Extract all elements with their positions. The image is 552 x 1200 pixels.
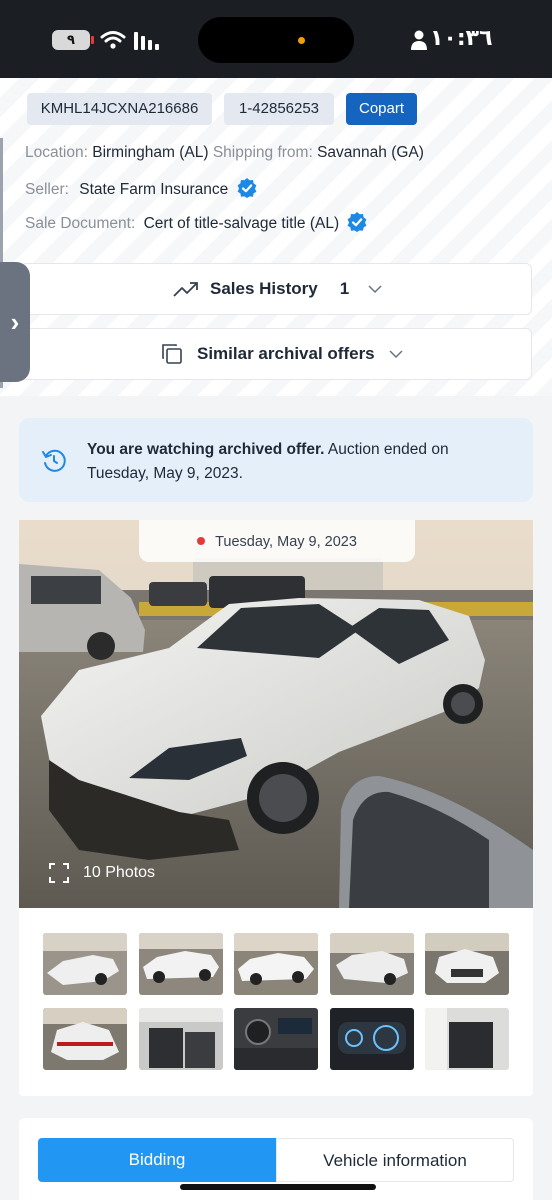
sales-history-label: Sales History	[210, 279, 318, 298]
archived-offer-notice: You are watching archived offer. Auction…	[19, 418, 533, 502]
thumbnail-image	[43, 1008, 127, 1070]
auction-badge[interactable]: Copart	[346, 93, 417, 125]
thumbnail-image	[234, 933, 318, 995]
seller-value: State Farm Insurance	[79, 181, 229, 198]
verified-badge-icon	[348, 212, 367, 232]
notice-bold-text: You are watching archived offer.	[87, 441, 325, 458]
fullscreen-icon	[49, 863, 69, 883]
person-icon	[411, 30, 427, 50]
status-dot	[197, 537, 206, 545]
location-row: Location: Birmingham (AL) Shipping from:…	[25, 144, 424, 162]
location-label: Location:	[25, 144, 88, 161]
status-time: ١٠:٣٦	[430, 26, 493, 51]
notice-text: You are watching archived offer. Auction…	[87, 438, 497, 486]
history-icon	[42, 449, 66, 472]
sales-history-content: Sales History 1	[173, 264, 383, 314]
dynamic-island	[198, 17, 354, 63]
vehicle-photo-image	[19, 520, 533, 908]
lot-number-chip[interactable]: 1-42856253	[224, 93, 334, 125]
sales-history-row[interactable]: Sales History 1	[20, 263, 532, 315]
chevron-down-icon	[389, 350, 403, 359]
photo-thumbnail[interactable]	[43, 1008, 127, 1070]
wifi-icon	[100, 31, 126, 49]
sale-document-row: Sale Document: Cert of title-salvage tit…	[25, 212, 367, 233]
seller-label: Seller:	[25, 181, 69, 198]
similar-offers-content: Similar archival offers	[160, 329, 404, 379]
battery-level: ٩	[67, 32, 75, 47]
sale-document-label: Sale Document:	[25, 215, 136, 232]
location-value: Birmingham (AL)	[92, 144, 209, 161]
photo-thumbnail[interactable]	[139, 1008, 223, 1070]
thumbnail-image	[330, 1008, 414, 1070]
thumbnail-image	[425, 1008, 509, 1070]
photo-thumbnail[interactable]	[330, 1008, 414, 1070]
chevron-down-icon	[368, 285, 382, 294]
photo-date-badge: Tuesday, May 9, 2023	[139, 520, 415, 562]
photo-thumbnail[interactable]	[425, 1008, 509, 1070]
sale-document-value: Cert of title-salvage title (AL)	[143, 215, 340, 232]
tab-bidding[interactable]: Bidding	[38, 1138, 276, 1182]
home-indicator[interactable]	[180, 1184, 376, 1190]
thumbnail-image	[425, 933, 509, 995]
status-bar: ٩ ١٠:٣٦	[0, 0, 552, 78]
photo-thumbnail[interactable]	[425, 933, 509, 995]
sales-history-count: 1	[339, 279, 350, 298]
copy-icon	[162, 344, 182, 364]
main-vehicle-photo[interactable]: Tuesday, May 9, 2023 10 Photos	[19, 520, 533, 908]
battery-icon: ٩	[52, 30, 94, 50]
photo-thumbnail[interactable]	[139, 933, 223, 995]
shipping-value: Savannah (GA)	[317, 144, 424, 161]
thumbnail-image	[43, 933, 127, 995]
thumbnail-image	[234, 1008, 318, 1070]
photo-thumbnail[interactable]	[43, 933, 127, 995]
recording-indicator-dot	[298, 37, 305, 44]
seller-row: Seller: State Farm Insurance	[25, 178, 257, 199]
cellular-signal-icon	[134, 32, 159, 50]
shipping-label: Shipping from:	[212, 144, 313, 161]
thumbnail-image	[330, 933, 414, 995]
photos-count-button[interactable]: 10 Photos	[41, 858, 163, 888]
trending-up-icon	[173, 282, 198, 297]
photo-thumbnail[interactable]	[234, 1008, 318, 1070]
photo-thumbnail[interactable]	[330, 933, 414, 995]
thumbnail-image	[139, 1008, 223, 1070]
tab-vehicle-information[interactable]: Vehicle information	[276, 1138, 514, 1182]
vin-chip[interactable]: KMHL14JCXNA216686	[27, 93, 212, 125]
photo-gallery-card: Tuesday, May 9, 2023 10 Photos	[19, 520, 533, 1096]
side-drawer-toggle[interactable]: ›	[0, 262, 30, 382]
verified-badge-icon	[237, 178, 257, 198]
photo-date: Tuesday, May 9, 2023	[215, 534, 357, 550]
photos-count-label: 10 Photos	[83, 864, 156, 881]
similar-archival-offers-row[interactable]: Similar archival offers	[20, 328, 532, 380]
thumbnail-image	[139, 933, 223, 995]
photo-thumbnail[interactable]	[234, 933, 318, 995]
similar-offers-label: Similar archival offers	[197, 344, 375, 363]
